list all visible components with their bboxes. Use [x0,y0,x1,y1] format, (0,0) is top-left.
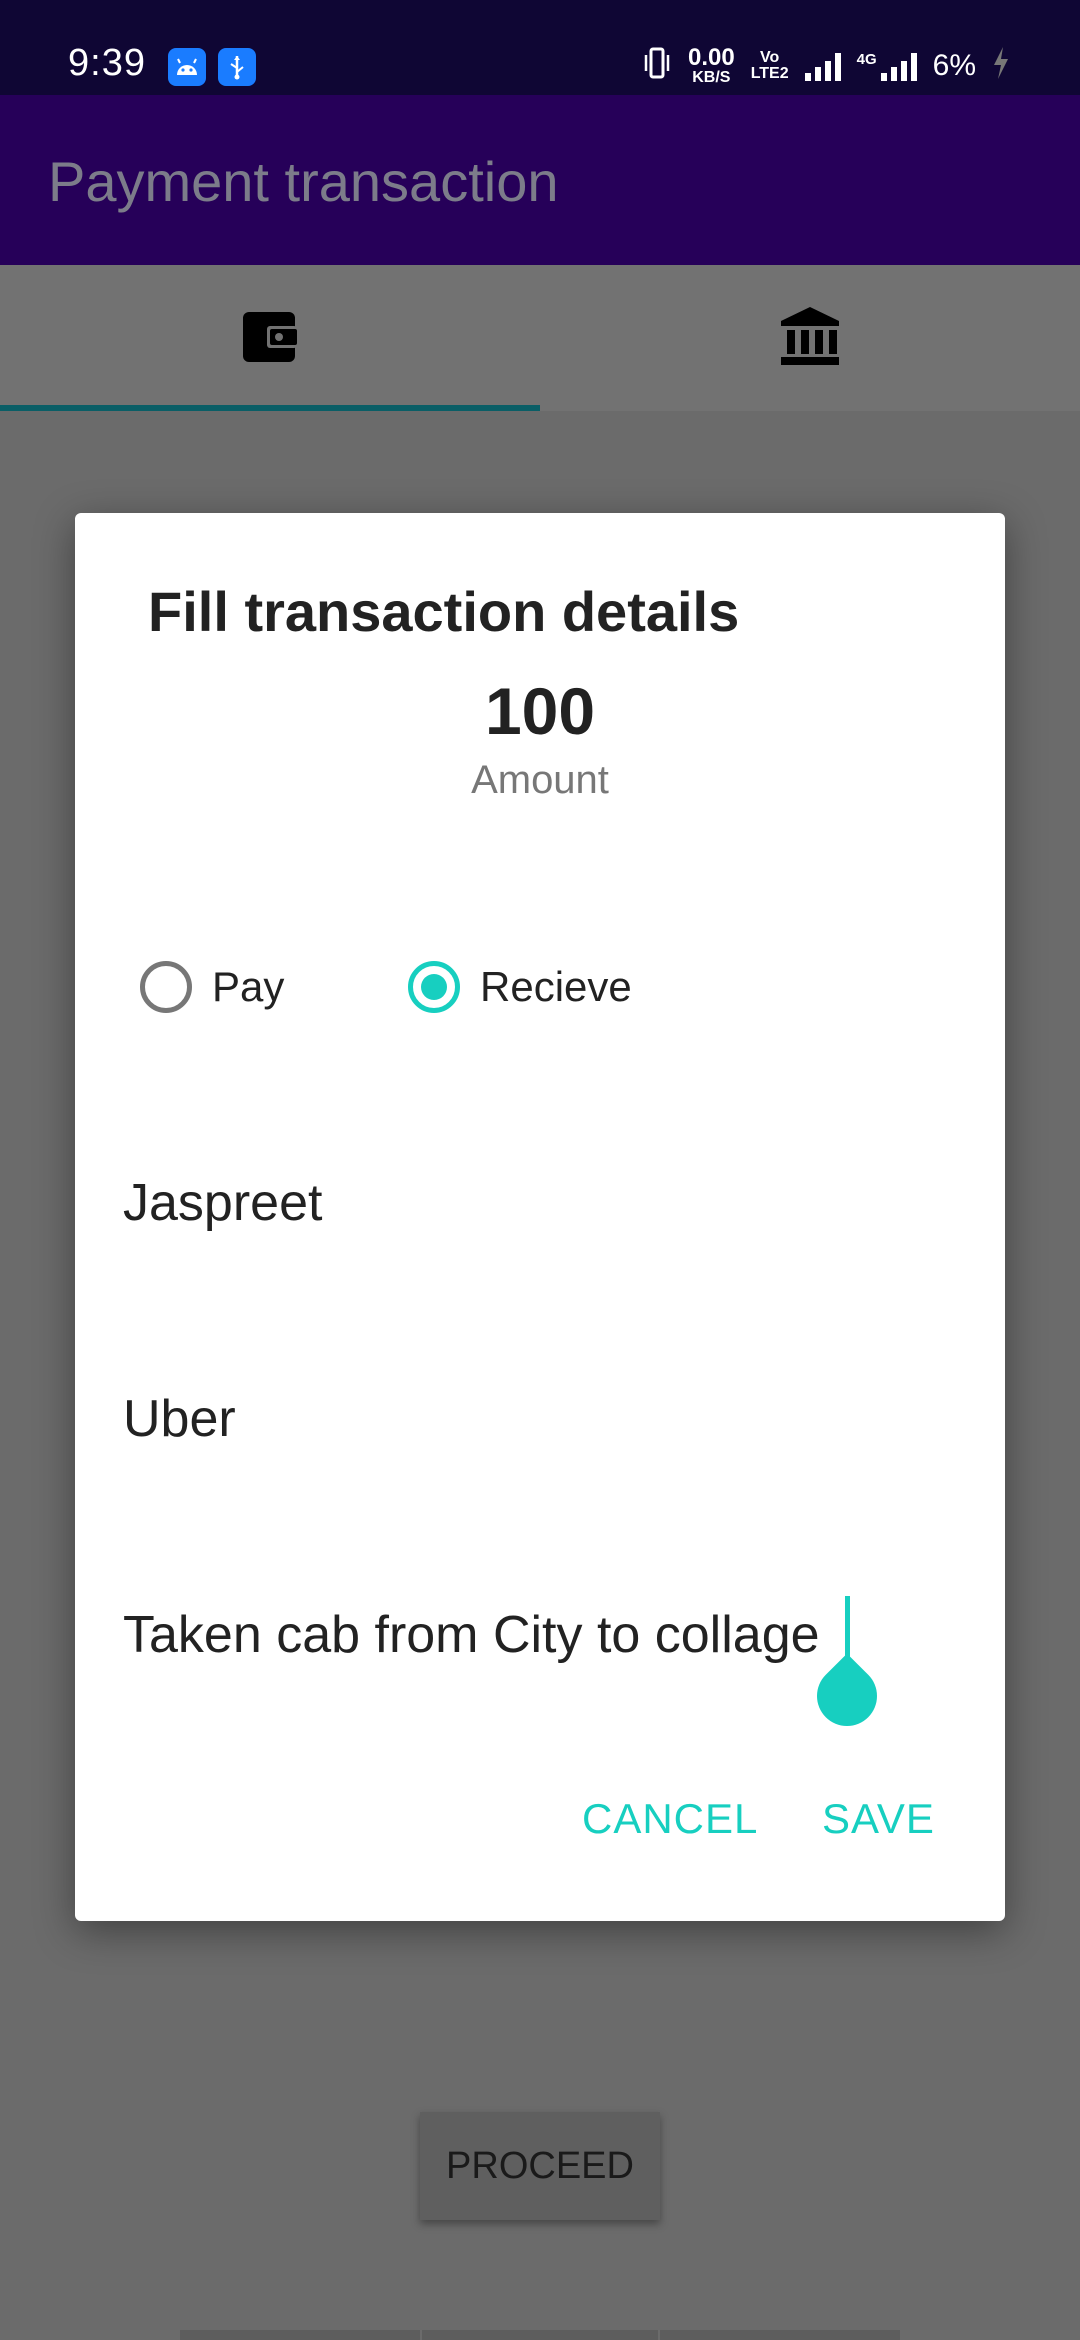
pay-radio-label: Pay [212,963,285,1010]
bottom-strip [660,2330,900,2340]
receive-radio-label: Recieve [480,963,632,1010]
pay-radio[interactable]: Pay [140,961,284,1013]
status-bar: 9:39 0.00 KB/S Vo LTE2 4G 6% [0,0,1080,95]
bottom-strip [422,2330,658,2340]
dialog-title: Fill transaction details [148,580,740,643]
charging-icon [992,46,1010,87]
description-field[interactable]: Taken cab from City to collage [123,1605,820,1665]
amount-value: 100 [484,674,596,748]
receive-radio[interactable]: Recieve [408,961,632,1013]
page-title: Payment transaction [48,150,559,213]
android-notification-icon [168,48,206,86]
network-speed: 0.00 KB/S [687,44,735,86]
radio-checked-icon [408,961,460,1013]
app-bar: Payment transaction [0,95,1080,265]
tab-bank[interactable] [540,265,1080,411]
signal-icon-sim1 [804,51,841,81]
signal-icon-sim2: 4G [857,51,917,81]
bottom-strip [180,2330,420,2340]
proceed-button[interactable]: PROCEED [420,2112,660,2220]
status-time: 9:39 [68,42,146,84]
tab-bar [0,265,1080,411]
usb-icon [218,48,256,86]
transaction-dialog: Fill transaction details 100 Amount Pay … [75,513,1005,1921]
tab-indicator [0,405,540,411]
text-selection-handle[interactable] [804,1653,890,1739]
volte-indicator: Vo LTE2 [750,49,789,82]
wallet-icon [241,308,299,369]
category-field[interactable]: Uber [123,1389,236,1449]
vibrate-icon [642,46,672,87]
save-button[interactable]: SAVE [822,1795,935,1843]
radio-unchecked-icon [140,961,192,1013]
amount-label: Amount [471,758,609,802]
name-field[interactable]: Jaspreet [123,1173,322,1233]
battery-percent: 6% [932,49,976,82]
cancel-button[interactable]: CANCEL [582,1795,758,1843]
tab-wallet[interactable] [0,265,540,411]
bank-icon [779,305,841,372]
